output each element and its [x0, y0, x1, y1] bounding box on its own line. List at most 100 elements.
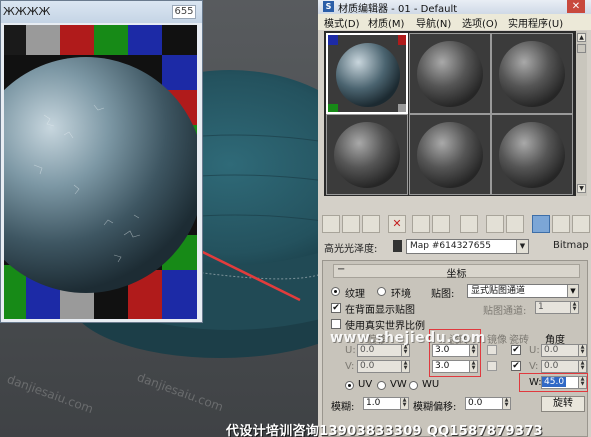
u-angle-value: 0.0: [544, 345, 559, 355]
rotate-button[interactable]: 旋转: [541, 396, 585, 412]
radio-wu-label: WU: [422, 379, 440, 390]
mapping-label: 贴图:: [431, 289, 455, 300]
map-preview-number[interactable]: 655: [172, 5, 196, 19]
go-to-parent-icon[interactable]: [552, 215, 570, 233]
use-real-world-scale-checkbox[interactable]: [331, 319, 341, 329]
rollout-header[interactable]: − 坐标: [333, 264, 580, 280]
window-title: 材质编辑器 - 01 - Default: [338, 4, 458, 15]
get-material-icon[interactable]: [322, 215, 340, 233]
material-sample-slots: [324, 31, 576, 196]
close-icon[interactable]: ✕: [567, 0, 585, 13]
menu-options[interactable]: 选项(O): [462, 15, 498, 30]
u-tile-checkbox[interactable]: ✔: [511, 345, 521, 355]
sample-slot-4[interactable]: [326, 114, 408, 195]
material-id-icon[interactable]: [486, 215, 504, 233]
radio-environ-label: 环境: [391, 289, 411, 300]
radio-environ[interactable]: [377, 287, 386, 296]
sample-slot-3[interactable]: [491, 33, 573, 114]
u-mirror-checkbox[interactable]: [487, 345, 497, 355]
menu-material[interactable]: 材质(M): [368, 15, 404, 30]
spinner-arrows-icon[interactable]: ▲ ▼: [400, 398, 408, 409]
map-channel-label: 贴图通道:: [483, 306, 527, 317]
blur-spinner[interactable]: 1.0 ▲ ▼: [363, 397, 409, 410]
spinner-arrows-icon[interactable]: ▲ ▼: [578, 345, 586, 356]
v-mirror-checkbox[interactable]: [487, 361, 497, 371]
scroll-up-icon[interactable]: ▲: [577, 33, 586, 42]
map-name-select[interactable]: Map #614327655 ▼: [406, 239, 529, 254]
menu-utilities[interactable]: 实用程序(U): [508, 15, 563, 30]
blur-offset-value: 0.0: [468, 398, 483, 408]
copy-material-icon[interactable]: [412, 215, 430, 233]
slot-checker-sphere: [328, 35, 406, 112]
spinner-arrows-icon[interactable]: ▲ ▼: [401, 361, 409, 372]
footer-contact-text: 代设计培训咨询13903833309 QQ1587879373: [226, 424, 543, 437]
sample-slot-5[interactable]: [409, 114, 491, 195]
menu-mode[interactable]: 模式(D): [324, 15, 360, 30]
spinner-arrows-icon[interactable]: ▲ ▼: [502, 398, 510, 409]
spinner-arrows-icon[interactable]: ▲ ▼: [570, 302, 578, 313]
sample-slot-1[interactable]: [326, 33, 408, 114]
sample-slot-6[interactable]: [491, 114, 573, 195]
app-icon: S: [323, 1, 334, 12]
rollout-title: 坐标: [446, 269, 467, 280]
viewport-3d[interactable]: danjiesaiu.com danjiesaiu.com ЖЖЖЖ 655: [0, 0, 318, 437]
radio-vw-label: VW: [390, 379, 407, 390]
assign-to-selection-icon[interactable]: [362, 215, 380, 233]
map-slot-label: 高光光泽度:: [324, 244, 378, 255]
radio-uv[interactable]: [345, 381, 354, 390]
v-angle-value: 0.0: [544, 361, 559, 371]
radio-uv-label: UV: [358, 379, 373, 390]
scroll-thumb[interactable]: [577, 44, 586, 53]
map-preview-canvas: [4, 25, 197, 319]
slot-sphere: [492, 34, 572, 113]
put-to-library-icon[interactable]: [460, 215, 478, 233]
spinner-arrows-icon[interactable]: ▲ ▼: [578, 361, 586, 372]
radio-wu[interactable]: [409, 381, 418, 390]
blur-offset-spinner[interactable]: 0.0 ▲ ▼: [465, 397, 511, 410]
map-type-button[interactable]: Bitmap: [553, 240, 589, 251]
scroll-down-icon[interactable]: ▼: [577, 184, 586, 193]
map-preview-titlebar[interactable]: ЖЖЖЖ 655: [1, 1, 202, 23]
make-unique-icon[interactable]: [432, 215, 450, 233]
mapping-select[interactable]: 显式贴图通道 ▼: [467, 284, 579, 298]
material-editor-titlebar[interactable]: S 材质编辑器 - 01 - Default ✕: [318, 0, 591, 15]
show-end-result-icon[interactable]: [532, 215, 550, 233]
v-angle-label: V:: [529, 361, 539, 372]
slot-sphere: [410, 34, 490, 113]
map-preview-window[interactable]: ЖЖЖЖ 655: [0, 0, 203, 323]
slot-sphere: [327, 115, 407, 194]
reset-map-icon[interactable]: ✕: [388, 215, 406, 233]
w-angle-highlight-box: [519, 373, 588, 392]
show-map-icon[interactable]: [506, 215, 524, 233]
radio-vw[interactable]: [377, 381, 386, 390]
map-name-row: 高光光泽度: Map #614327655 ▼ Bitmap: [322, 239, 589, 255]
tile-header: 瓷砖: [509, 335, 529, 346]
v-label: V:: [345, 361, 355, 372]
coordinates-rollout: − 坐标 纹理 环境 贴图: 显式贴图通道 ▼ ✔ 在背面显示贴图 贴图通道: …: [322, 260, 588, 437]
radio-texture[interactable]: [331, 287, 340, 296]
slot-sphere: [492, 115, 572, 194]
chevron-down-icon[interactable]: ▼: [567, 285, 578, 297]
map-name-value: Map #614327655: [410, 241, 491, 251]
eyedropper-icon[interactable]: [393, 240, 402, 252]
sample-slot-2[interactable]: [409, 33, 491, 114]
u-angle-spinner[interactable]: 0.0 ▲ ▼: [541, 344, 587, 357]
slots-scrollbar[interactable]: ▲ ▼: [576, 31, 587, 196]
show-map-on-back-checkbox[interactable]: ✔: [331, 303, 341, 313]
map-channel-spinner[interactable]: 1 ▲ ▼: [535, 301, 579, 314]
v-tile-checkbox[interactable]: ✔: [511, 361, 521, 371]
material-editor-window: S 材质编辑器 - 01 - Default ✕ 模式(D) 材质(M) 导航(…: [318, 0, 591, 437]
material-toolbar: ✕: [322, 215, 590, 235]
menu-navigation[interactable]: 导航(N): [416, 15, 451, 30]
u-label: U:: [345, 345, 356, 356]
chevron-down-icon[interactable]: ▼: [516, 240, 528, 253]
spinner-arrows-icon[interactable]: ▲ ▼: [401, 345, 409, 356]
v-offset-spinner[interactable]: 0.0 ▲ ▼: [357, 360, 410, 373]
v-angle-spinner[interactable]: 0.0 ▲ ▼: [541, 360, 587, 373]
blur-offset-label: 模糊偏移:: [413, 402, 457, 413]
put-to-scene-icon[interactable]: [342, 215, 360, 233]
go-forward-sibling-icon[interactable]: [572, 215, 590, 233]
v-offset-value: 0.0: [360, 361, 375, 371]
textured-sphere: [4, 57, 197, 293]
slot-sphere: [410, 115, 490, 194]
